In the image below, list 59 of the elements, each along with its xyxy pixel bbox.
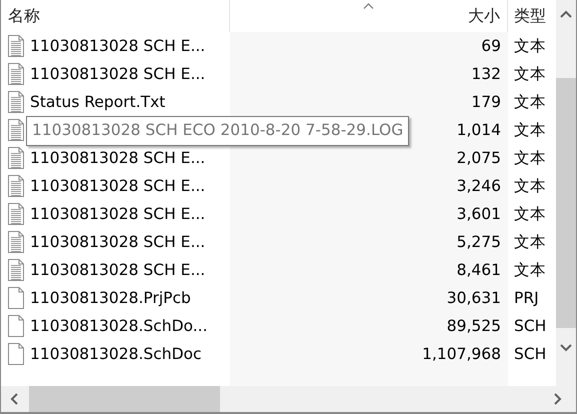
- file-name[interactable]: 11030813028 SCH E...: [30, 205, 206, 223]
- file-type: PRJ: [514, 289, 539, 307]
- file-size: 1,014: [456, 121, 501, 139]
- tooltip: 11030813028 SCH ECO 2010-8-20 7-58-29.LOG: [26, 116, 410, 146]
- text-file-icon: [8, 91, 24, 113]
- file-name[interactable]: 11030813028 SCH E...: [30, 149, 206, 167]
- file-name[interactable]: 11030813028 SCH E...: [30, 37, 206, 55]
- text-file-icon: [8, 259, 24, 281]
- scroll-thumb[interactable]: [29, 386, 220, 412]
- vertical-scrollbar[interactable]: [556, 0, 576, 386]
- file-size: 69: [481, 37, 501, 55]
- file-size: 89,525: [446, 317, 501, 335]
- file-type: 文本: [514, 120, 546, 140]
- file-type: SCH: [514, 317, 546, 335]
- file-size: 132: [471, 65, 501, 83]
- file-type: 文本: [514, 36, 546, 56]
- file-name[interactable]: 11030813028 SCH E...: [30, 261, 206, 279]
- text-file-icon: [8, 147, 24, 169]
- scroll-thumb[interactable]: [556, 78, 576, 328]
- file-size: 3,246: [456, 177, 501, 195]
- file-size: 3,601: [456, 205, 501, 223]
- file-type: 文本: [514, 260, 546, 280]
- file-size: 5,275: [456, 233, 501, 251]
- file-size: 30,631: [446, 289, 501, 307]
- file-name[interactable]: 11030813028.SchDo...: [30, 317, 208, 335]
- scroll-right-icon[interactable]: [554, 393, 562, 405]
- file-type: 文本: [514, 92, 546, 112]
- text-file-icon: [8, 175, 24, 197]
- blank-file-icon: [8, 315, 24, 337]
- column-header[interactable]: 大小: [468, 6, 500, 26]
- file-type: 文本: [514, 176, 546, 196]
- file-type: SCH: [514, 345, 546, 363]
- file-type: 文本: [514, 204, 546, 224]
- file-type: 文本: [514, 64, 546, 84]
- file-name[interactable]: 11030813028 SCH E...: [30, 233, 206, 251]
- file-name[interactable]: 11030813028.SchDoc: [30, 345, 202, 363]
- blank-file-icon: [8, 343, 24, 365]
- column-header[interactable]: 名称: [8, 6, 40, 26]
- file-size: 1,107,968: [422, 345, 501, 363]
- blank-file-icon: [8, 287, 24, 309]
- scroll-left-icon[interactable]: [10, 393, 18, 405]
- file-size: 179: [471, 93, 501, 111]
- file-name[interactable]: 11030813028 SCH E...: [30, 65, 206, 83]
- scroll-down-icon[interactable]: [560, 344, 572, 352]
- scroll-up-icon[interactable]: [560, 10, 572, 18]
- file-size: 2,075: [456, 149, 501, 167]
- text-file-icon: [8, 63, 24, 85]
- file-name[interactable]: 11030813028.PrjPcb: [30, 289, 191, 307]
- text-file-icon: [8, 35, 24, 57]
- text-file-icon: [8, 203, 24, 225]
- column-header[interactable]: 类型: [514, 6, 546, 26]
- file-size: 8,461: [456, 261, 501, 279]
- file-type: 文本: [514, 148, 546, 168]
- file-name[interactable]: Status Report.Txt: [30, 93, 166, 111]
- horizontal-scrollbar[interactable]: [1, 386, 576, 412]
- file-name[interactable]: 11030813028 SCH E...: [30, 177, 206, 195]
- file-type: 文本: [514, 232, 546, 252]
- text-file-icon: [8, 119, 24, 141]
- text-file-icon: [8, 231, 24, 253]
